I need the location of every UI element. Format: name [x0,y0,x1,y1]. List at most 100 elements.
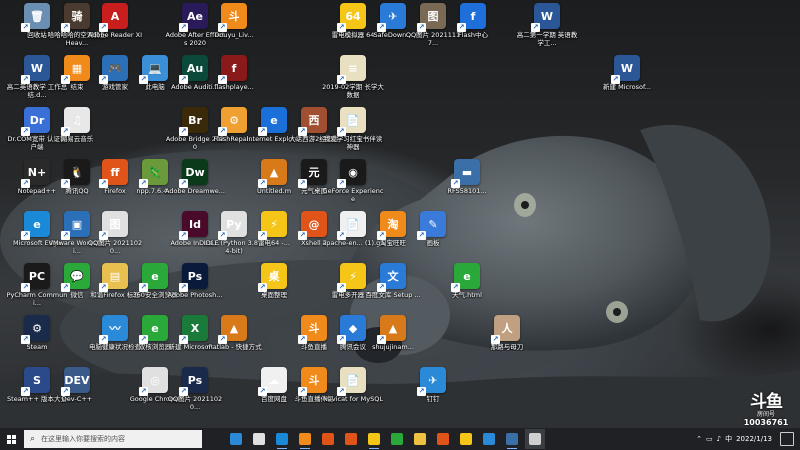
taskbar-app-task-view[interactable] [226,429,246,449]
search-placeholder: 在这里输入你要搜索的内容 [41,435,126,443]
desktop-icon-label: GeForce Experience [322,187,384,203]
taskbar-app-white-app[interactable] [525,429,545,449]
taskbar-app-360[interactable] [387,429,407,449]
matlab-icon: ▲ [218,315,247,344]
desktop-icon-label: 2019-02学期 长学大数据 [322,83,384,99]
desktop-icon-label: 画板 [426,239,440,247]
desktop-icon-label: Steam [26,343,48,351]
desktop-icon-label: 天气.html [452,291,482,299]
desktop-icon-adobe-reader[interactable]: AAdobe Reader XI [84,3,146,55]
desktop-icon-word-english[interactable]: W高二第一学期 英语教学工... [516,3,578,55]
taskbar-app-douyu[interactable] [295,429,315,449]
desktop-icon-navicat[interactable]: 📄Navicat for MySQL [322,367,384,419]
steam-icon [506,433,518,445]
devcpp-icon: DEV [61,367,90,396]
desktop-icon-netease-music[interactable]: ♫网易云音乐 [46,107,108,159]
ime-indicator[interactable]: 中 [725,434,732,444]
desktop-icon-flash-player[interactable]: fflashplaye... [203,55,265,107]
qq-pic-3-icon: Ps [179,367,208,396]
desktop-icon-screenshot-file[interactable]: ▬RFS58101... [436,159,498,211]
taskbar-app-steam[interactable] [502,429,522,449]
desktop-icon-person-photo[interactable]: 人那路与母刀 [476,315,538,367]
dingtalk-icon: ✈ [417,367,446,396]
desktop-icon-photoshop[interactable]: PsAdobe Photosh... [164,263,226,315]
taskbar-app-xshell[interactable] [433,429,453,449]
desktop-icon-label: 新建 Microsof... [603,83,651,91]
desktop-icon-dingtalk[interactable]: ✈钉钉 [402,367,464,419]
white-app-icon [529,433,541,445]
desktop-icon-label: Adobe Reader XI [87,31,143,39]
chevron-up-icon[interactable]: ⌃ [696,435,702,443]
task-view-icon [230,433,242,445]
360-icon [391,433,403,445]
edge-icon [276,433,288,445]
navicat-icon: 📄 [337,367,366,396]
word-new-icon: W [611,55,640,84]
firefox-icon [345,433,357,445]
desktop-icon-shujuzhang[interactable]: ▲shujujinam... [362,315,424,367]
person-photo-icon: 人 [491,315,520,344]
taskbar-app-leidian[interactable] [456,429,476,449]
desktop-icon-label: 高二第一学期 英语教学工... [516,31,578,47]
desktop-icon-label: Douyu_Liv... [214,31,254,39]
notification-icon[interactable] [780,432,794,446]
taskbar-search-box[interactable]: ⌕ 在这里输入你要搜索的内容 [24,430,202,448]
desktop-icon-baidu-wenku[interactable]: 文百度文库 Setup ... [362,263,424,315]
desktop-icon-label: matlab - 快捷方式 [206,343,262,351]
desktop-icon-tianqi-html[interactable]: e天气.html [436,263,498,315]
taskbar-app-lightning[interactable] [249,429,269,449]
desktop-icon-word-new[interactable]: W新建 Microsof... [596,55,658,107]
taskbar-app-pycharm[interactable] [479,429,499,449]
desktop-icon-label: 百度文库 Setup ... [365,291,421,299]
desktop-icon-label: Navicat for MySQL [323,395,383,403]
desktop-icon-geforce[interactable]: ◉GeForce Experience [322,159,384,211]
desktop-icon-qq-pic-3[interactable]: PsQQ图片 20211020... [164,367,226,419]
start-button[interactable] [0,428,22,450]
desktop-icon-label: 钉钉 [426,395,440,403]
taskbar-app-edge[interactable] [272,429,292,449]
desktop-icon-flash-center[interactable]: fFlash中心 [442,3,504,55]
study-folder-icon: 📄 [337,107,366,136]
taskbar: ⌕ 在这里输入你要搜索的内容 ⌃ ▭ ♪ 中 2022/1/13 [0,428,800,450]
chrome-icon [322,433,334,445]
windows-logo-icon [6,434,16,444]
dreamweaver-icon: Dw [179,159,208,188]
desktop-icon-douyu-live[interactable]: 斗Douyu_Liv... [203,3,265,55]
desktop-icon-grid: 🗑回收站骑哈哈哈哈的空洞骑士 Heav...AAdobe Reader XIAe… [0,0,800,428]
photoshop-icon: Ps [179,263,208,292]
desktop-icon-label: 桌面整理 [261,291,287,299]
desktop-icon-paint-folder[interactable]: ✎画板 [402,211,464,263]
folder-icon [414,433,426,445]
desktop-icon-label: Dev-C++ [61,395,93,403]
desktop-icon-dreamweaver[interactable]: DwAdobe Dreamwe... [164,159,226,211]
douyu-logo: 斗鱼 [750,392,783,412]
desktop-organize-icon: 桌 [258,263,287,292]
desktop-icon-desktop-organize[interactable]: 桌桌面整理 [243,263,305,315]
adobe-reader-icon: A [99,3,128,32]
clock-date: 2022/1/13 [736,435,772,443]
desktop-icon-label: shujujinam... [372,343,414,351]
taskbar-app-firefox[interactable] [341,429,361,449]
desktop-icon-label: 我爱学习红宝书伴读神器 [323,135,383,151]
desktop-icon-study-folder[interactable]: 📄我爱学习红宝书伴读神器 [322,107,384,159]
desktop-icon-devcpp[interactable]: DEVDev-C++ [46,367,108,419]
douyu-icon [299,433,311,445]
exam-folder-icon: ≡ [337,55,366,84]
room-number: 10036761 [743,418,789,427]
taskbar-app-chrome-2[interactable] [364,429,384,449]
network-icon[interactable]: ▭ [706,435,713,443]
steam-icon: ⚙ [21,315,50,344]
taskbar-app-chrome[interactable] [318,429,338,449]
desktop-icon-matlab[interactable]: ▲matlab - 快捷方式 [203,315,265,367]
volume-icon[interactable]: ♪ [717,435,721,443]
desktop-icon-steam[interactable]: ⚙Steam [6,315,68,367]
flash-player-icon: f [218,55,247,84]
desktop-icon-exam-folder[interactable]: ≡2019-02学期 长学大数据 [322,55,384,107]
paint-folder-icon: ✎ [417,211,446,240]
desktop-icon-label: Adobe Dreamwe... [165,187,225,195]
taskbar-app-folder[interactable] [410,429,430,449]
desktop-icon-qq-pic-2[interactable]: 图QQ图片 20211020... [84,211,146,263]
clock[interactable]: 2022/1/13 [736,435,772,443]
desktop-icon-label: Adobe Photosh... [167,291,223,299]
desktop-icon-label: 那路与母刀 [490,343,524,351]
